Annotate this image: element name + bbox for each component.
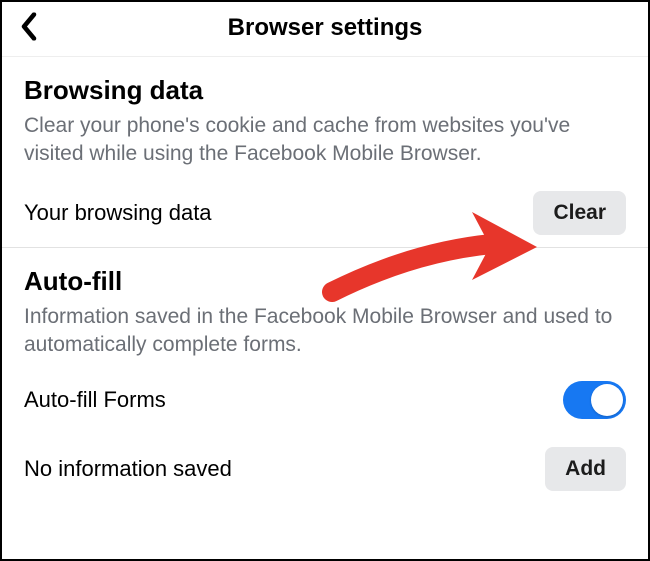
back-button[interactable] — [20, 13, 38, 46]
browsing-data-title: Browsing data — [24, 75, 626, 106]
no-information-saved-label: No information saved — [24, 456, 232, 482]
row-your-browsing-data: Your browsing data Clear — [2, 181, 648, 248]
chevron-left-icon — [20, 13, 38, 41]
auto-fill-description: Information saved in the Facebook Mobile… — [24, 303, 626, 360]
header-bar: Browser settings — [2, 2, 648, 57]
browsing-data-description: Clear your phone's cookie and cache from… — [24, 112, 626, 169]
row-auto-fill-forms: Auto-fill Forms — [2, 371, 648, 431]
add-button[interactable]: Add — [545, 447, 626, 491]
auto-fill-forms-toggle[interactable] — [563, 381, 626, 419]
clear-button[interactable]: Clear — [533, 191, 626, 235]
auto-fill-forms-label: Auto-fill Forms — [24, 387, 166, 413]
page-title: Browser settings — [20, 14, 630, 42]
toggle-knob — [591, 384, 623, 416]
your-browsing-data-label: Your browsing data — [24, 200, 212, 226]
row-no-information-saved: No information saved Add — [2, 431, 648, 503]
section-auto-fill: Auto-fill Information saved in the Faceb… — [2, 248, 648, 360]
auto-fill-title: Auto-fill — [24, 266, 626, 297]
section-browsing-data: Browsing data Clear your phone's cookie … — [2, 57, 648, 169]
